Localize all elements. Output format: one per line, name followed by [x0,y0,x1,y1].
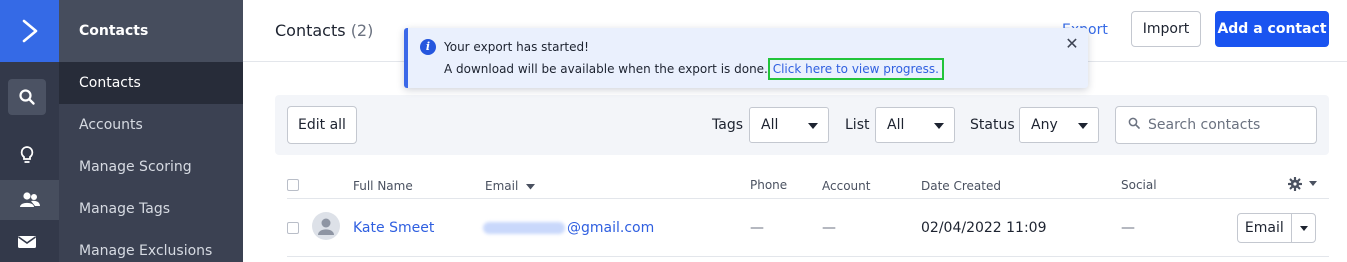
contact-phone: — [750,220,764,236]
column-header-full-name[interactable]: Full Name [353,179,413,193]
filter-bar: Edit all Tags All List All Status Any [275,95,1329,155]
list-select[interactable]: All [875,107,955,143]
column-header-social[interactable]: Social [1121,178,1157,192]
page-title: Contacts (2) [275,21,373,40]
close-icon[interactable]: ✕ [1064,36,1080,52]
mail-icon[interactable] [8,224,46,260]
contact-name-link[interactable]: Kate Smeet [353,220,434,236]
list-select-value: All [887,117,905,133]
view-progress-link[interactable]: Click here to view progress. [767,58,944,80]
gear-icon [1287,176,1303,191]
chevron-down-icon [1299,226,1308,231]
contacts-icon[interactable] [0,180,59,220]
icon-rail [0,0,59,262]
row-actions-dropdown[interactable] [1292,214,1315,242]
page-title-text: Contacts [275,21,346,40]
contact-email-link[interactable]: @gmail.com [483,220,654,236]
subnav-item-manage-scoring[interactable]: Manage Scoring [59,146,243,188]
subnav-item-accounts[interactable]: Accounts [59,104,243,146]
contact-social: — [1121,220,1135,236]
list-filter-label: List [845,117,870,133]
toast-body: A download will be available when the ex… [444,58,944,80]
column-settings-button[interactable] [1287,176,1317,191]
chevron-down-icon [934,123,944,129]
contact-date-created: 02/04/2022 11:09 [921,220,1047,236]
column-header-account[interactable]: Account [822,179,870,193]
subnav-item-manage-tags[interactable]: Manage Tags [59,188,243,230]
search-icon[interactable] [8,79,46,115]
subnav-item-contacts[interactable]: Contacts [59,62,243,104]
contact-account: — [822,220,836,236]
status-select[interactable]: Any [1019,107,1099,143]
tags-filter-label: Tags [712,117,743,133]
tags-select[interactable]: All [749,107,829,143]
chevron-down-icon [1078,123,1088,129]
status-filter-label: Status [970,117,1015,133]
column-header-email-label: Email [485,179,519,193]
search-box[interactable] [1115,106,1317,144]
row-checkbox[interactable] [287,222,299,234]
add-contact-button[interactable]: Add a contact [1215,11,1329,47]
contact-count: (2) [350,21,374,40]
subnav-item-manage-exclusions[interactable]: Manage Exclusions [59,230,243,262]
row-email-button[interactable]: Email [1238,220,1291,236]
table-header-divider [287,198,1329,199]
chevron-down-icon [808,123,818,129]
import-button[interactable]: Import [1131,11,1201,47]
info-icon: i [420,39,436,55]
column-header-date-created[interactable]: Date Created [921,179,1001,193]
tags-select-value: All [761,117,779,133]
row-email-split-button: Email [1237,213,1316,243]
row-divider [287,256,1329,257]
avatar [312,212,340,240]
search-icon [1128,117,1140,133]
contacts-subnav: Contacts Contacts Accounts Manage Scorin… [59,0,243,262]
edit-all-button[interactable]: Edit all [287,106,357,144]
chevron-down-icon [1308,181,1317,186]
redacted-email-blur [483,222,565,234]
sort-down-icon [526,183,536,189]
select-all-checkbox[interactable] [287,179,299,191]
column-header-email[interactable]: Email [485,179,536,193]
status-select-value: Any [1031,117,1058,133]
toast-message: A download will be available when the ex… [444,62,768,76]
logo-chevron-icon[interactable] [0,0,59,62]
column-header-phone[interactable]: Phone [750,178,787,192]
lightbulb-icon[interactable] [8,137,46,173]
toast-title: Your export has started! [444,40,589,54]
export-toast: i Your export has started! A download wi… [404,28,1088,88]
subnav-heading: Contacts [59,0,243,62]
search-input[interactable] [1148,117,1308,133]
contact-email-domain: @gmail.com [567,220,655,236]
